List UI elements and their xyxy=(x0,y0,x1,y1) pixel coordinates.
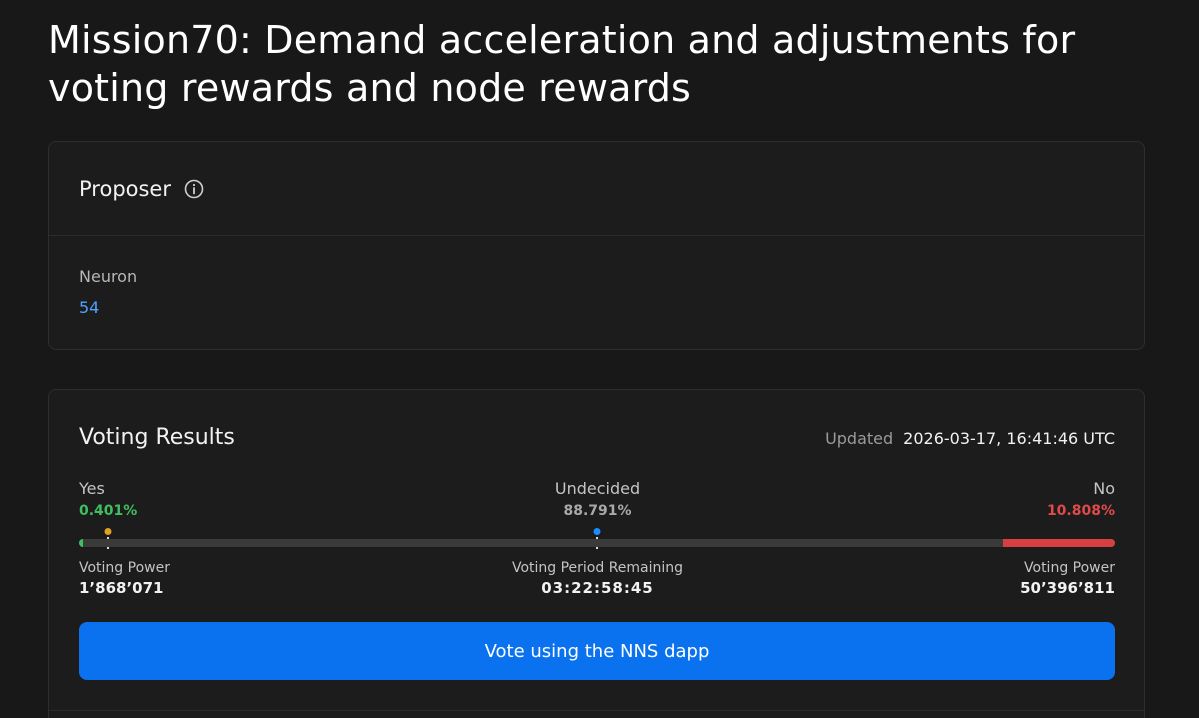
midpoint-marker-dot xyxy=(593,528,601,535)
voting-bar-track xyxy=(79,539,1115,547)
proposal-page: Mission70: Demand acceleration and adjus… xyxy=(0,0,1199,718)
voting-period-remaining-value: 03:22:58:45 xyxy=(541,579,654,597)
no-voting-power-label: Voting Power xyxy=(1024,560,1115,576)
updated-timestamp: Updated 2026-03-17, 16:41:46 UTC xyxy=(825,429,1115,448)
neuron-id-link[interactable]: 54 xyxy=(79,298,99,317)
card-divider xyxy=(49,710,1144,711)
vote-nns-dapp-button[interactable]: Vote using the NNS dapp xyxy=(79,622,1115,680)
neuron-label: Neuron xyxy=(79,267,138,286)
no-voting-power-value: 50’396’811 xyxy=(1020,579,1115,597)
voting-results-heading: Voting Results xyxy=(79,425,235,450)
undecided-label: Undecided xyxy=(554,479,641,498)
no-bar-fill xyxy=(1003,539,1115,547)
voting-results-card: Voting Results Updated 2026-03-17, 16:41… xyxy=(48,389,1145,718)
proposer-card: Proposer Neuron 54 xyxy=(48,141,1145,350)
no-percentage: 10.808% xyxy=(1046,503,1115,519)
undecided-percentage: 88.791% xyxy=(563,503,632,519)
yes-bar-fill xyxy=(79,539,84,547)
proposer-heading: Proposer xyxy=(79,176,171,201)
no-label: No xyxy=(1093,479,1115,498)
voting-progress-bar xyxy=(79,528,1115,550)
threshold-marker-dot xyxy=(104,528,112,535)
proposal-title: Mission70: Demand acceleration and adjus… xyxy=(48,18,1076,110)
info-icon[interactable] xyxy=(183,178,205,200)
updated-value: 2026-03-17, 16:41:46 UTC xyxy=(903,429,1115,448)
proposer-card-header: Proposer xyxy=(49,142,1144,236)
updated-label: Updated xyxy=(825,429,894,448)
voting-period-remaining-label: Voting Period Remaining xyxy=(511,560,684,576)
